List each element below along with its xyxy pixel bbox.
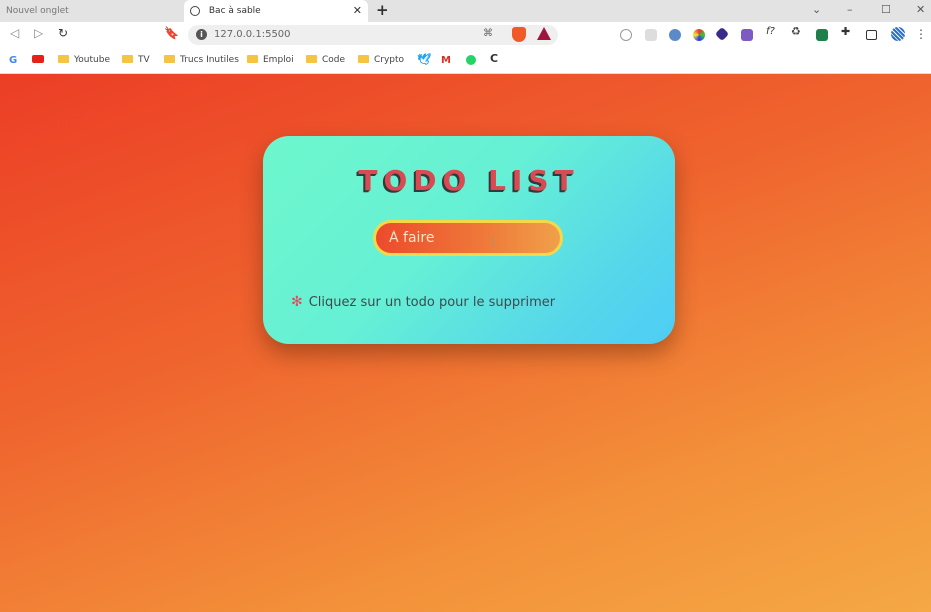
bookmark-emploi[interactable]: Emploi	[247, 54, 294, 66]
extension-square-icon[interactable]	[645, 29, 657, 41]
minimize-button[interactable]: –	[847, 0, 853, 22]
folder-icon	[122, 54, 133, 63]
bookmark-trucs-inutiles[interactable]: Trucs Inutiles	[164, 54, 239, 66]
folder-icon	[306, 54, 317, 63]
bookmark-label: Crypto	[374, 55, 405, 65]
tab-close-icon[interactable]: ✕	[353, 0, 362, 22]
todo-input[interactable]	[373, 220, 563, 256]
menu-icon[interactable]: ⋮	[915, 27, 927, 41]
extensions-puzzle-icon[interactable]: ✚	[841, 25, 853, 38]
address-url[interactable]: 127.0.0.1:5500	[214, 27, 291, 43]
address-bar[interactable]: i 127.0.0.1:5500 ⌘	[188, 25, 558, 45]
globe-icon	[190, 5, 200, 16]
profile-avatar[interactable]	[891, 27, 905, 41]
tab-new-label: Nouvel onglet	[6, 6, 69, 16]
tab-strip: Nouvel onglet Bac à sable ✕ + ⌄ – ☐ ✕	[0, 0, 931, 22]
whatsapp-icon[interactable]	[466, 55, 476, 69]
bookmark-label: Code	[322, 55, 346, 65]
brave-shields-icon[interactable]	[512, 27, 526, 42]
bookmark-icon[interactable]: 🔖	[164, 26, 179, 40]
tab-active-label: Bac à sable	[208, 6, 261, 16]
close-window-button[interactable]: ✕	[916, 0, 925, 22]
extension-recycle-icon[interactable]: ♻	[791, 25, 803, 38]
bookmark-code[interactable]: Code	[306, 54, 346, 66]
page-viewport: TODO LIST ✻ Cliquez sur un todo pour le s…	[0, 74, 931, 612]
mouse-cursor	[492, 237, 494, 246]
brave-rewards-icon[interactable]	[537, 27, 551, 40]
asterisk-icon: ✻	[291, 294, 303, 310]
bookmark-label: TV	[138, 55, 150, 65]
browser-toolbar: ◁ ▷ ↻ 🔖 i 127.0.0.1:5500 ⌘ f? ♻ ✚ ⋮	[0, 22, 931, 48]
new-tab-button[interactable]: +	[376, 0, 389, 20]
bookmark-label: Emploi	[263, 55, 294, 65]
extension-color-icon[interactable]	[693, 29, 705, 41]
coinmarketcap-icon[interactable]: C	[490, 53, 498, 64]
tab-search-icon[interactable]: ⌄	[812, 0, 821, 22]
back-icon[interactable]: ◁	[10, 26, 19, 40]
google-icon[interactable]: G	[9, 55, 17, 66]
tab-new[interactable]: Nouvel onglet	[0, 0, 180, 22]
reload-icon[interactable]: ↻	[58, 26, 68, 40]
wallet-icon[interactable]	[866, 30, 877, 40]
qr-code-icon[interactable]: ⌘	[483, 28, 493, 39]
youtube-icon[interactable]	[32, 55, 44, 67]
twitter-icon[interactable]: 🕊	[417, 54, 431, 65]
maximize-button[interactable]: ☐	[881, 0, 891, 22]
extension-timer-icon[interactable]	[620, 29, 632, 41]
bookmark-youtube[interactable]: Youtube	[58, 54, 110, 66]
extension-sheets-icon[interactable]	[816, 29, 828, 41]
hint-label: Cliquez sur un todo pour le supprimer	[308, 295, 556, 310]
gmail-icon[interactable]: M	[441, 55, 451, 66]
forward-icon[interactable]: ▷	[34, 26, 43, 40]
extension-cube-icon[interactable]	[714, 26, 730, 42]
folder-icon	[58, 54, 69, 63]
hint-text: ✻ Cliquez sur un todo pour le supprimer	[291, 294, 555, 310]
extension-formula-icon[interactable]: f?	[766, 26, 778, 38]
page-title: TODO LIST	[358, 164, 580, 197]
folder-icon	[247, 54, 258, 63]
bookmark-label: Trucs Inutiles	[180, 55, 239, 65]
bookmark-label: Youtube	[74, 55, 110, 65]
tab-active[interactable]: Bac à sable ✕	[184, 0, 368, 22]
bookmarks-bar: G Youtube TV Trucs Inutiles Emploi Code …	[0, 48, 931, 74]
folder-icon	[358, 54, 369, 63]
extension-chart-icon[interactable]	[741, 29, 753, 41]
bookmark-tv[interactable]: TV	[122, 54, 150, 66]
todo-card: TODO LIST ✻ Cliquez sur un todo pour le s…	[263, 136, 675, 344]
site-info-icon[interactable]: i	[196, 29, 207, 40]
extension-blue-icon[interactable]	[669, 29, 681, 41]
folder-icon	[164, 54, 175, 63]
bookmark-crypto[interactable]: Crypto	[358, 54, 405, 66]
